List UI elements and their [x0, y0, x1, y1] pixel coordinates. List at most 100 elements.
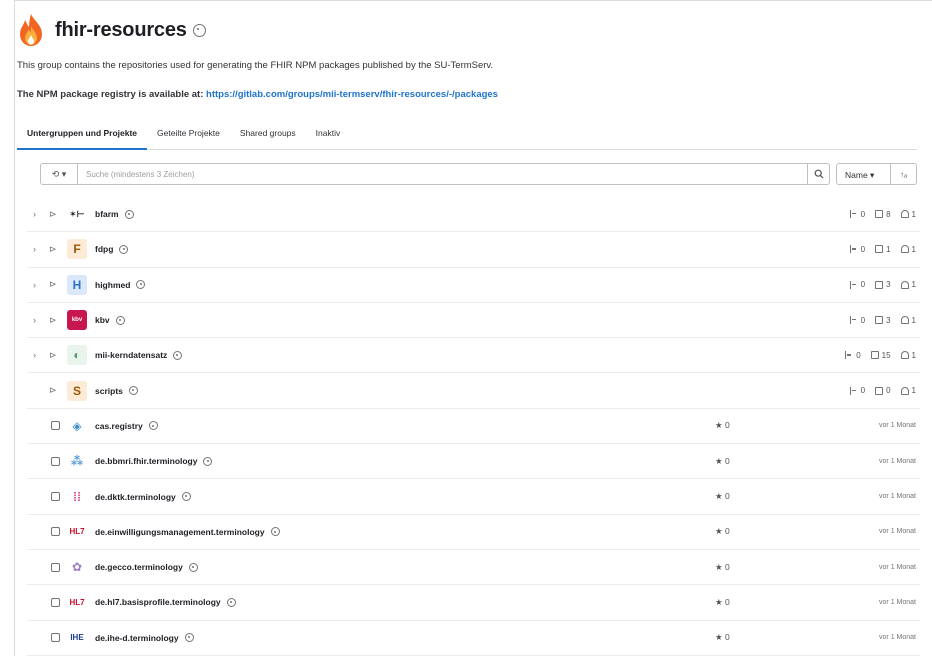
project-name-text[interactable]: de.dktk.terminology — [95, 492, 176, 502]
project-name[interactable]: de.ihe-d.terminology — [95, 633, 194, 643]
recent-searches-dropdown[interactable]: ⟲ ▾ — [40, 163, 78, 185]
project-row[interactable]: ◈ cas.registry ★ 0 vor 1 Monat — [27, 409, 920, 445]
chevron-right-icon[interactable]: › — [33, 280, 36, 290]
chevron-right-icon[interactable]: › — [33, 209, 36, 219]
project-row[interactable]: IHE de.ihe-d.terminology ★ 0 vor 1 Monat — [27, 621, 920, 656]
group-name[interactable]: scripts — [95, 386, 138, 396]
group-name-text[interactable]: mii-kerndatensatz — [95, 350, 167, 360]
subgroup-icon: ⊳ — [49, 208, 57, 219]
group-list: › ⊳ ✶⊢ bfarm 0 8 1 › ⊳ Ffdpg 0 1 1 › ⊳ Hhighmed 0 3 1 › ⊳ kbv… — [27, 197, 920, 656]
tab-inactive[interactable]: Inaktiv — [306, 120, 351, 150]
member-count: 1 — [900, 280, 916, 289]
star-count-value: 0 — [725, 632, 730, 643]
project-name-text[interactable]: de.gecco.terminology — [95, 562, 183, 572]
tab-shared-groups[interactable]: Shared groups — [230, 120, 306, 150]
registry-link[interactable]: https://gitlab.com/groups/mii-termserv/f… — [206, 89, 498, 100]
last-updated: vor 1 Monat — [879, 493, 916, 501]
project-count-icon — [875, 280, 884, 289]
project-avatar: IHE — [70, 633, 84, 643]
star-count-value: 0 — [725, 491, 730, 502]
subgroup-count-icon — [845, 351, 853, 360]
chevron-right-icon[interactable]: › — [33, 315, 36, 325]
tab-subgroups-projects[interactable]: Untergruppen und Projekte — [17, 120, 148, 150]
member-count-value: 1 — [911, 209, 916, 219]
project-name-text[interactable]: de.hl7.basisprofile.terminology — [95, 597, 221, 607]
last-updated: vor 1 Monat — [879, 598, 916, 606]
chevron-right-icon[interactable]: › — [33, 244, 36, 254]
last-updated: vor 1 Monat — [879, 457, 916, 465]
subgroup-count-value: 0 — [860, 209, 866, 219]
project-name-text[interactable]: de.einwilligungsmanagement.terminology — [95, 527, 265, 537]
group-stats: 0 15 1 — [845, 351, 916, 360]
group-stats: 0 0 1 — [849, 386, 916, 396]
subgroup-row[interactable]: › ⊳ Ffdpg 0 1 1 — [27, 232, 920, 268]
subgroup-count-icon — [849, 245, 858, 254]
star-count: ★ 0 — [715, 632, 730, 643]
member-count-icon — [900, 210, 909, 219]
project-name[interactable]: de.einwilligungsmanagement.terminology — [95, 527, 280, 537]
visibility-public-icon — [181, 492, 191, 502]
member-count: 1 — [900, 209, 916, 219]
subgroup-count-value: 0 — [860, 280, 866, 290]
group-name-text[interactable]: fdpg — [95, 244, 113, 254]
group-name[interactable]: kbv — [95, 315, 125, 325]
project-avatar: ⁞⁞ — [73, 489, 81, 504]
group-name[interactable]: mii-kerndatensatz — [95, 350, 183, 360]
group-name[interactable]: bfarm — [95, 209, 134, 219]
subgroup-row[interactable]: › ⊳ kbv kbv 0 3 1 — [27, 303, 920, 339]
subgroup-count-value: 0 — [860, 315, 866, 325]
subgroup-row[interactable]: ⊳ Sscripts 0 0 1 — [27, 373, 920, 409]
project-name-text[interactable]: de.bbmri.fhir.terminology — [95, 456, 197, 466]
project-avatar: HL7 — [69, 527, 85, 537]
group-name-text[interactable]: highmed — [95, 280, 130, 290]
star-icon: ★ — [715, 491, 723, 502]
project-name[interactable]: de.bbmri.fhir.terminology — [95, 456, 213, 466]
group-name[interactable]: highmed — [95, 280, 146, 290]
star-icon: ★ — [715, 632, 723, 643]
star-count: ★ 0 — [715, 562, 730, 573]
project-icon — [51, 492, 60, 502]
subgroup-count: 0 — [849, 315, 866, 325]
search-button[interactable] — [808, 163, 830, 185]
member-count-value: 1 — [911, 386, 916, 396]
filter-bar: ⟲ ▾ Suche (mindestens 3 Zeichen) Name ▾ … — [40, 163, 920, 187]
star-icon: ★ — [715, 526, 723, 537]
last-updated: vor 1 Monat — [879, 528, 916, 536]
project-row[interactable]: ✿ de.gecco.terminology ★ 0 vor 1 Monat — [27, 550, 920, 586]
project-row[interactable]: HL7 de.hl7.basisprofile.terminology ★ 0 vor… — [27, 585, 920, 621]
project-row[interactable]: HL7 de.einwilligungsmanagement.terminolog… — [27, 515, 920, 550]
project-row[interactable]: ⁞⁞ de.dktk.terminology ★ 0 vor 1 Monat — [27, 479, 920, 515]
project-name[interactable]: cas.registry — [95, 421, 158, 431]
visibility-public-icon — [136, 280, 146, 290]
tab-shared-projects[interactable]: Geteilte Projekte — [147, 120, 230, 150]
project-name-text[interactable]: de.ihe-d.terminology — [95, 633, 179, 643]
subgroup-row[interactable]: › ⊳ Hhighmed 0 3 1 — [27, 268, 920, 303]
project-count-value: 3 — [886, 315, 891, 325]
subgroup-icon: ⊳ — [49, 385, 57, 396]
star-count: ★ 0 — [715, 526, 730, 537]
project-name[interactable]: de.gecco.terminology — [95, 562, 198, 572]
project-name[interactable]: de.hl7.basisprofile.terminology — [95, 597, 236, 607]
subgroup-row[interactable]: › ⊳ ✶⊢ bfarm 0 8 1 — [27, 197, 920, 233]
sort-direction-button[interactable]: ↑ₐ — [891, 163, 917, 185]
chevron-right-icon[interactable]: › — [33, 350, 36, 360]
group-name-text[interactable]: scripts — [95, 386, 123, 396]
project-icon — [51, 562, 60, 572]
page-title: fhir-resources — [55, 18, 187, 41]
subgroup-count: 0 — [849, 280, 866, 290]
project-name-text[interactable]: cas.registry — [95, 421, 143, 431]
member-count-icon — [900, 351, 909, 360]
search-input[interactable]: Suche (mindestens 3 Zeichen) — [78, 163, 808, 185]
project-row[interactable]: ⁂ de.bbmri.fhir.terminology ★ 0 vor 1 Monat — [27, 444, 920, 480]
group-name[interactable]: fdpg — [95, 244, 129, 254]
group-name-text[interactable]: kbv — [95, 315, 110, 325]
project-count-icon — [875, 210, 884, 219]
visibility-public-icon — [188, 562, 198, 572]
group-stats: 0 3 1 — [849, 315, 916, 325]
subgroup-row[interactable]: › ⊳ ◐ mii-kerndatensatz 0 15 1 — [27, 338, 920, 374]
project-count-value: 15 — [881, 350, 891, 360]
project-name[interactable]: de.dktk.terminology — [95, 492, 191, 502]
sort-dropdown[interactable]: Name ▾ — [836, 163, 891, 185]
group-name-text[interactable]: bfarm — [95, 209, 119, 219]
project-count: 8 — [875, 210, 891, 219]
